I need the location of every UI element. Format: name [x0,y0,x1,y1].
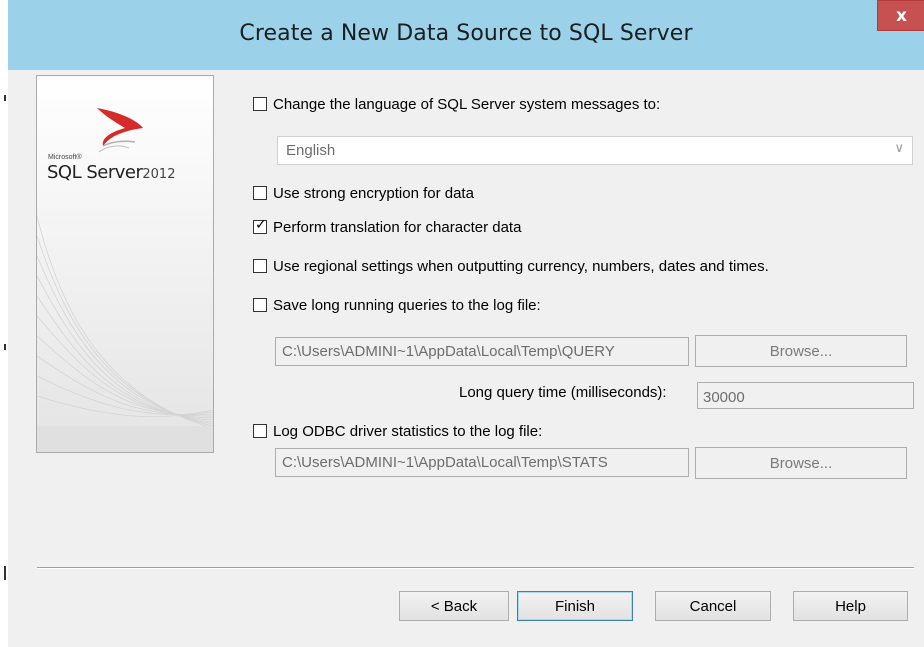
strong-encryption-option[interactable]: Use strong encryption for data [253,183,474,203]
regional-settings-option[interactable]: Use regional settings when outputting cu… [253,256,769,276]
sql-server-logo-panel: Microsoft® SQL Server2012 [36,75,214,453]
chevron-down-icon: ∨ [894,141,904,156]
long-queries-option[interactable]: Save long running queries to the log fil… [253,295,541,315]
title-bar: Create a New Data Source to SQL Server x [8,0,924,70]
window-title: Create a New Data Source to SQL Server [239,21,693,46]
long-queries-path-input[interactable]: C:\Users\ADMINI~1\AppData\Local\Temp\QUE… [275,337,689,366]
product-wordmark: SQL Server2012 [47,162,175,183]
odbc-stats-browse-button[interactable]: Browse... [695,447,907,479]
long-query-time-label: Long query time (milliseconds): [459,384,667,401]
change-language-checkbox[interactable] [253,97,267,111]
strong-encryption-label: Use strong encryption for data [273,184,474,202]
language-select-value: English [286,142,336,159]
regional-settings-checkbox[interactable] [253,259,267,273]
change-language-option[interactable]: Change the language of SQL Server system… [253,94,660,114]
product-name: SQL Server [47,162,143,183]
odbc-stats-checkbox[interactable] [253,424,267,438]
dialog-body: Microsoft® SQL Server2012 Change the lan… [8,70,924,647]
long-queries-label: Save long running queries to the log fil… [273,296,541,314]
translation-checkbox[interactable]: ✓ [253,217,267,234]
regional-settings-label: Use regional settings when outputting cu… [273,257,769,275]
cancel-button[interactable]: Cancel [655,591,771,621]
close-button[interactable]: x [877,0,924,31]
finish-button[interactable]: Finish [517,591,633,621]
microsoft-wordmark: Microsoft® [48,154,82,161]
checkmark-icon: ✓ [255,217,267,233]
product-version: 2012 [142,167,176,182]
language-select[interactable]: English ∨ [277,136,913,165]
odbc-stats-option[interactable]: Log ODBC driver statistics to the log fi… [253,421,542,441]
strong-encryption-checkbox[interactable] [253,186,267,200]
long-query-time-input[interactable]: 30000 [697,382,914,409]
back-button[interactable]: < Back [399,591,509,621]
edge-mark [4,95,6,101]
edge-mark [4,344,6,350]
odbc-stats-path-input[interactable]: C:\Users\ADMINI~1\AppData\Local\Temp\STA… [275,448,689,477]
sql-server-logo-icon [97,108,143,153]
long-queries-browse-button[interactable]: Browse... [695,335,907,367]
close-icon: x [896,5,907,26]
help-button[interactable]: Help [793,591,908,621]
footer-separator [37,567,914,569]
change-language-label: Change the language of SQL Server system… [273,95,661,113]
long-queries-checkbox[interactable] [253,298,267,312]
translation-option[interactable]: ✓ Perform translation for character data [253,217,521,237]
edge-mark [4,566,6,580]
translation-label: Perform translation for character data [273,218,522,236]
odbc-stats-label: Log ODBC driver statistics to the log fi… [273,422,543,440]
